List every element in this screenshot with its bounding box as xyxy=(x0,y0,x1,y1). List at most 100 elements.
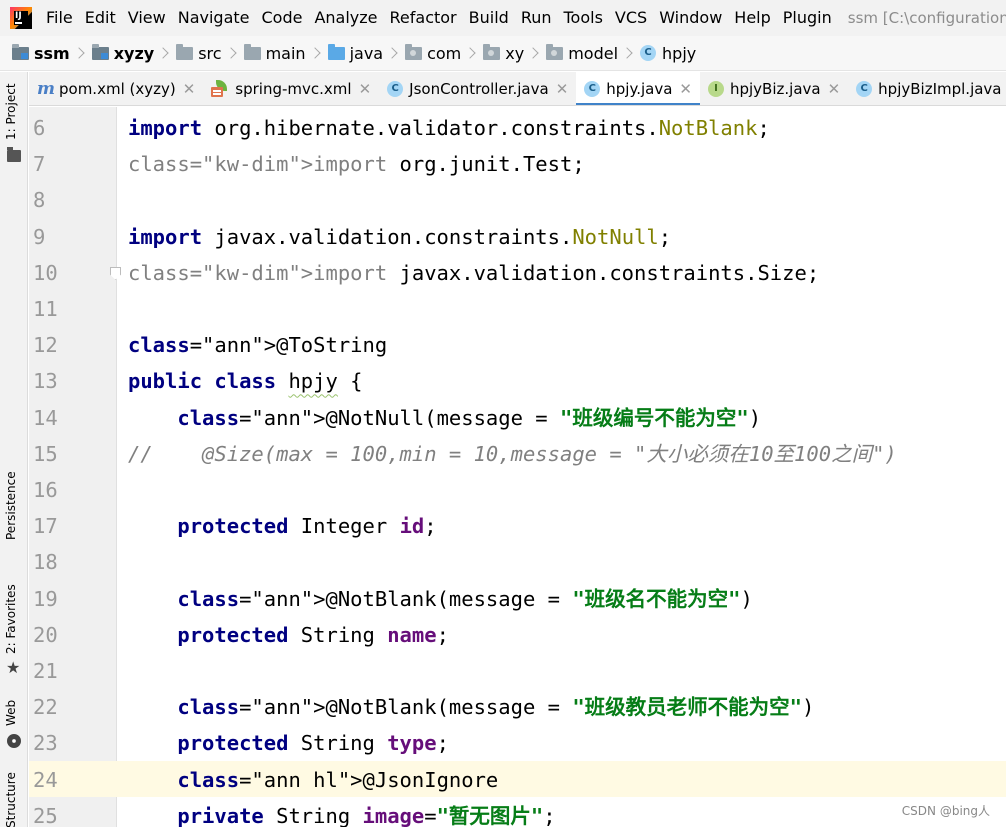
line-number[interactable]: 7 xyxy=(29,145,117,181)
close-icon[interactable]: ✕ xyxy=(183,80,196,98)
code-text: class="ann">@NotBlank(message = "班级名不能为空… xyxy=(177,586,753,611)
menu-navigate[interactable]: Navigate xyxy=(174,0,258,36)
code-line[interactable]: 6 import org.hibernate.validator.constrai… xyxy=(29,109,1006,145)
close-icon[interactable]: ✕ xyxy=(679,80,692,98)
code-editor[interactable]: 6 import org.hibernate.validator.constrai… xyxy=(29,107,1006,827)
tab-hpjy[interactable]: C hpjy.java ✕ xyxy=(576,72,700,105)
line-number[interactable]: 10 xyxy=(29,254,117,290)
code-line[interactable]: 7 class="kw-dim">import org.junit.Test; xyxy=(29,145,1006,181)
line-number[interactable]: 20 xyxy=(29,616,117,652)
line-number[interactable]: 9 xyxy=(29,218,117,254)
breadcrumb-item-main[interactable]: main xyxy=(243,36,306,70)
line-number[interactable]: 14 xyxy=(29,399,117,435)
line-number[interactable]: 13 xyxy=(29,362,117,398)
breadcrumb-separator-icon xyxy=(224,47,237,59)
menu-help[interactable]: Help xyxy=(730,0,778,36)
breadcrumb-item-ssm[interactable]: ssm xyxy=(12,36,70,70)
code-text: import org.hibernate.validator.constrain… xyxy=(128,116,770,140)
code-line[interactable]: 15 // @Size(max = 100,min = 10,message = … xyxy=(29,435,1006,471)
tool-window-project[interactable]: 1: Project xyxy=(0,72,28,182)
menu-bar: IJ File Edit View Navigate Code Analyze … xyxy=(0,0,1006,36)
code-line[interactable]: 11 xyxy=(29,290,1006,326)
breadcrumb-item-xy[interactable]: xy xyxy=(483,36,524,70)
tool-window-web[interactable]: Web xyxy=(0,692,28,752)
code-line[interactable]: 22 class="ann">@NotBlank(message = "班级教员… xyxy=(29,688,1006,724)
tool-window-persistence[interactable]: Persistence xyxy=(0,462,28,562)
code-line[interactable]: 13 public class hpjy { xyxy=(29,362,1006,398)
line-number[interactable]: 16 xyxy=(29,471,117,507)
line-number[interactable]: 23 xyxy=(29,724,117,760)
menu-edit[interactable]: Edit xyxy=(81,0,124,36)
close-icon[interactable]: ✕ xyxy=(359,80,372,98)
code-line[interactable]: 21 xyxy=(29,652,1006,688)
maven-icon: m xyxy=(37,78,55,99)
menu-build[interactable]: Build xyxy=(465,0,517,36)
spring-xml-icon xyxy=(211,79,229,98)
breadcrumb-item-java[interactable]: java xyxy=(327,36,383,70)
line-number[interactable]: 15 xyxy=(29,435,117,471)
menu-file[interactable]: File xyxy=(42,0,81,36)
code-line[interactable]: 23 protected String type; xyxy=(29,724,1006,760)
package-icon xyxy=(405,43,423,60)
tool-window-favorites[interactable]: 2: Favorites ★ xyxy=(0,582,28,682)
code-line[interactable]: 10 class="kw-dim">import javax.validation… xyxy=(29,254,1006,290)
code-line[interactable]: 14 class="ann">@NotNull(message = "班级编号不… xyxy=(29,399,1006,435)
source-folder-icon xyxy=(327,43,345,60)
menu-run[interactable]: Run xyxy=(517,0,560,36)
code-line[interactable]: 20 protected String name; xyxy=(29,616,1006,652)
line-number[interactable]: 25 xyxy=(29,797,117,827)
module-folder-icon xyxy=(12,43,29,60)
code-text: protected String name; xyxy=(177,622,449,647)
line-number[interactable]: 24 xyxy=(29,760,117,797)
menu-code[interactable]: Code xyxy=(258,0,311,36)
tool-window-structure[interactable]: Structure xyxy=(0,762,28,827)
line-number[interactable]: 8 xyxy=(29,181,117,217)
code-line[interactable]: 18 xyxy=(29,543,1006,579)
intellij-logo-icon[interactable]: IJ xyxy=(10,7,32,29)
tab-spring-mvc-xml[interactable]: spring-mvc.xml ✕ xyxy=(203,72,379,105)
breadcrumb-item-xyzy[interactable]: xyzy xyxy=(91,36,154,70)
line-number[interactable]: 6 xyxy=(29,109,117,145)
close-icon[interactable]: ✕ xyxy=(556,80,569,98)
editor-tabs: m pom.xml (xyzy) ✕ spring-mvc.xml ✕ C Js… xyxy=(29,72,1006,106)
web-globe-icon xyxy=(7,734,21,748)
breadcrumb-item-model[interactable]: model xyxy=(546,36,618,70)
breadcrumb-item-hpjy[interactable]: C hpjy xyxy=(640,36,696,70)
close-icon[interactable]: ✕ xyxy=(828,80,841,98)
code-text: class="kw-dim">import javax.validation.c… xyxy=(128,260,820,285)
breadcrumb-separator-icon xyxy=(464,47,476,59)
code-line[interactable]: 16 xyxy=(29,471,1006,507)
line-number[interactable]: 19 xyxy=(29,580,117,616)
code-text: import javax.validation.constraints.NotN… xyxy=(128,224,672,249)
tab-pom-xml[interactable]: m pom.xml (xyzy) ✕ xyxy=(29,72,203,105)
menu-plugin[interactable]: Plugin xyxy=(779,0,840,36)
code-line[interactable]: 24 class="ann hl">@JsonIgnore xyxy=(29,760,1006,797)
line-number[interactable]: 22 xyxy=(29,688,117,724)
code-line[interactable]: 9 import javax.validation.constraints.Not… xyxy=(29,218,1006,254)
line-number[interactable]: 18 xyxy=(29,543,117,579)
breadcrumb-item-src[interactable]: src xyxy=(176,36,222,70)
code-line[interactable]: 12 class="ann">@ToString xyxy=(29,326,1006,362)
code-line[interactable]: 19 class="ann">@NotBlank(message = "班级名不… xyxy=(29,580,1006,616)
menu-vcs[interactable]: VCS xyxy=(611,0,655,36)
tab-json-controller[interactable]: C JsonController.java ✕ xyxy=(379,72,576,105)
menu-view[interactable]: View xyxy=(124,0,174,36)
menu-analyze[interactable]: Analyze xyxy=(310,0,385,36)
interface-icon: I xyxy=(707,80,724,97)
code-text: class="ann hl">@JsonIgnore xyxy=(177,767,499,792)
line-number[interactable]: 17 xyxy=(29,507,117,543)
tab-hpjy-biz[interactable]: I hpjyBiz.java ✕ xyxy=(700,72,848,105)
line-number[interactable]: 11 xyxy=(29,290,117,326)
code-text: private String image="暂无图片"; xyxy=(177,803,556,827)
line-number[interactable]: 21 xyxy=(29,652,117,688)
menu-window[interactable]: Window xyxy=(655,0,730,36)
menu-refactor[interactable]: Refactor xyxy=(386,0,465,36)
tab-hpjy-biz-impl[interactable]: C hpjyBizImpl.java xyxy=(848,72,1006,105)
code-line[interactable]: 8 xyxy=(29,181,1006,217)
menu-tools[interactable]: Tools xyxy=(560,0,611,36)
code-line[interactable]: 17 protected Integer id; xyxy=(29,507,1006,543)
code-line[interactable]: 25 private String image="暂无图片"; xyxy=(29,797,1006,827)
line-number[interactable]: 12 xyxy=(29,326,117,362)
breadcrumb-separator-icon xyxy=(157,47,169,59)
breadcrumb-item-com[interactable]: com xyxy=(405,36,461,70)
